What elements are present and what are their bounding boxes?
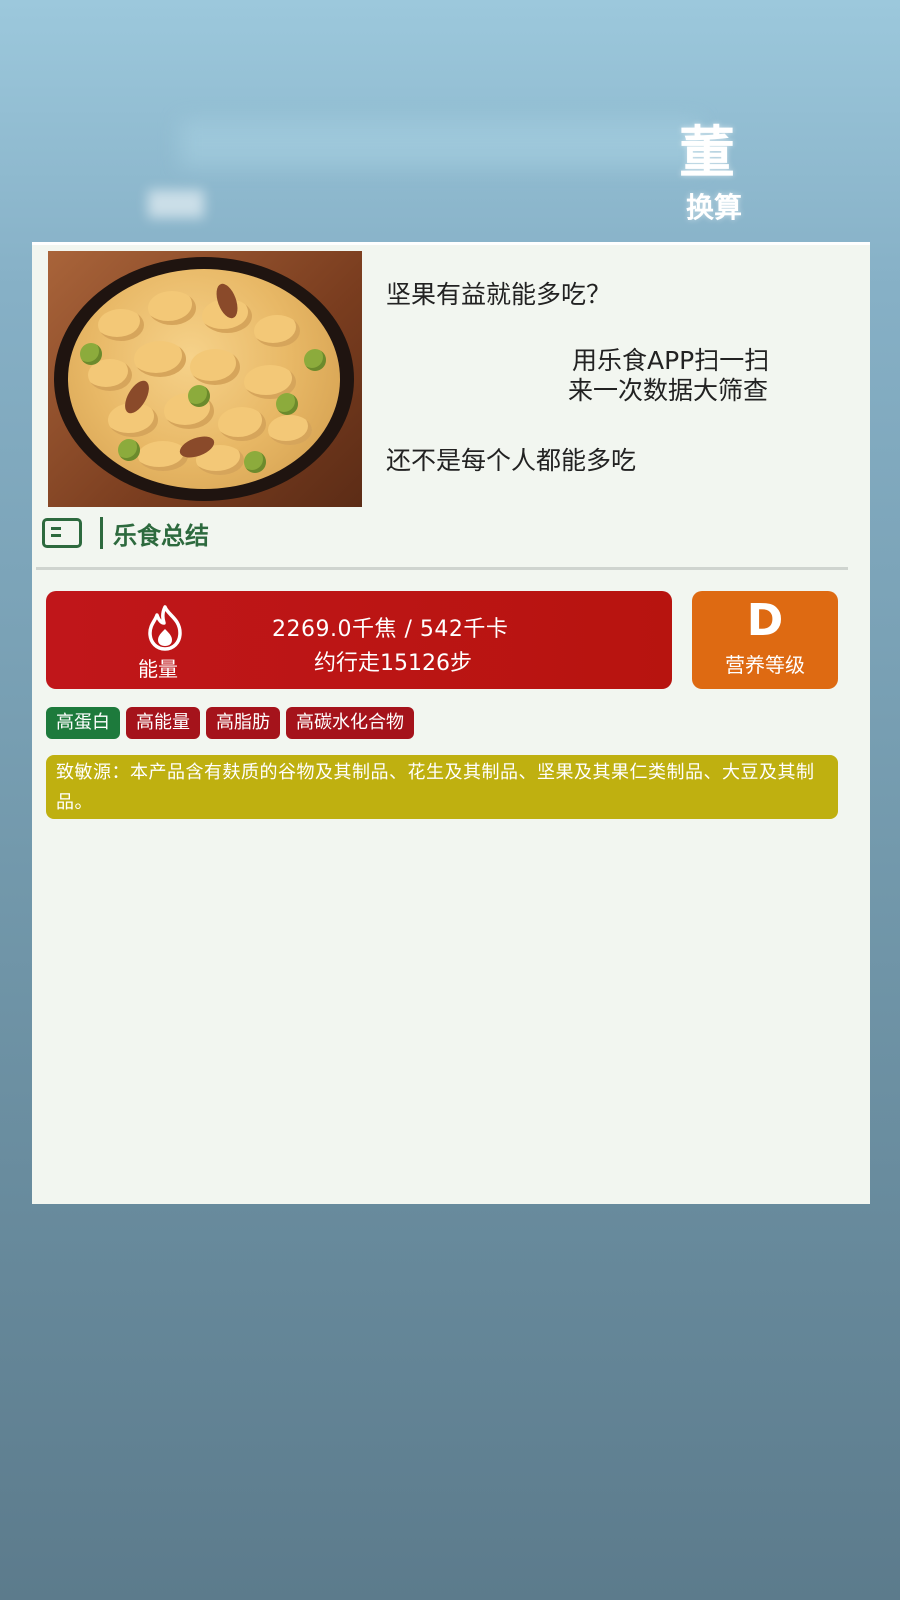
energy-panel: 能量 2269.0千焦 / 542千卡 约行走15126步	[46, 591, 672, 689]
nutrition-grade-letter: D	[746, 595, 784, 646]
promo-not-everyone: 还不是每个人都能多吃	[386, 446, 637, 475]
nutrition-grade-label: 营养等级	[725, 653, 805, 677]
nutrition-grade-panel: D 营养等级	[692, 591, 838, 689]
header-left-fragment	[148, 190, 204, 218]
allergen-notice: 致敏源：本产品含有麸质的谷物及其制品、花生及其制品、坚果及其果仁类制品、大豆及其…	[46, 755, 838, 819]
mixed-nuts	[68, 269, 340, 489]
product-photo	[48, 251, 362, 507]
nutrition-tags: 高蛋白 高能量 高脂肪 高碳水化合物	[46, 707, 414, 739]
result-card: 坚果有益就能多吃？ 用乐食APP扫一扫 来一次数据大筛查 还不是每个人都能多吃 …	[32, 242, 870, 1204]
summary-header: 乐食总结	[42, 511, 209, 555]
tag-high-energy: 高能量	[126, 707, 200, 739]
tag-high-carbohydrate: 高碳水化合物	[286, 707, 414, 739]
bowl	[54, 257, 354, 501]
tag-high-fat: 高脂肪	[206, 707, 280, 739]
tag-high-protein: 高蛋白	[46, 707, 120, 739]
energy-label: 能量	[138, 657, 178, 681]
divider	[36, 567, 848, 570]
header-subtitle: 换算	[685, 191, 742, 224]
promo-app-line2: 来一次数据大筛查	[568, 376, 769, 405]
energy-steps: 约行走15126步	[314, 651, 472, 676]
header-title: 董	[679, 121, 735, 186]
document-icon	[42, 518, 82, 548]
summary-separator	[100, 517, 103, 549]
flame-icon	[148, 605, 182, 651]
promo-question: 坚果有益就能多吃？	[386, 280, 612, 309]
energy-value: 2269.0千焦 / 542千卡	[272, 617, 509, 642]
header-blur-band	[180, 120, 700, 168]
summary-title: 乐食总结	[113, 521, 209, 550]
